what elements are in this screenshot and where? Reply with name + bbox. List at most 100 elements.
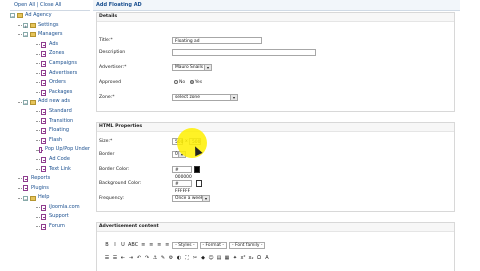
page-icon — [41, 137, 46, 144]
editor-button-icon[interactable]: ↶ — [136, 255, 142, 262]
editor-button-icon[interactable]: ≡ — [140, 242, 146, 249]
page-icon — [41, 79, 46, 86]
sidebar-item[interactable]: Ads — [10, 40, 90, 50]
tree-connector — [36, 44, 40, 46]
zone-value: select zone — [175, 95, 200, 100]
zone-select[interactable]: select zone ▾ — [172, 94, 238, 101]
tree-connector — [36, 111, 40, 113]
tree-connector — [18, 24, 22, 26]
expand-toggle-icon[interactable]: + — [23, 22, 28, 29]
title-input[interactable]: Floating ad — [172, 37, 262, 44]
frequency-value: Once a week — [175, 196, 204, 201]
background-color-label: Background Color: — [99, 181, 142, 186]
sidebar-item-label: Forum — [49, 223, 65, 230]
editor-button-icon[interactable]: ABC — [128, 242, 138, 249]
sidebar-item[interactable]: Packages — [10, 88, 90, 98]
approved-yes-radio[interactable] — [189, 79, 194, 84]
background-color-swatch[interactable] — [196, 180, 202, 187]
folder-icon — [30, 99, 36, 105]
editor-button-icon[interactable]: ▦ — [224, 255, 230, 262]
editor-button-icon[interactable]: ≡ — [164, 242, 170, 249]
sidebar-item[interactable]: Transition — [10, 117, 90, 127]
expand-toggle-icon[interactable]: − — [10, 13, 15, 19]
editor-button-icon[interactable]: ✎ — [160, 255, 166, 262]
sidebar-item[interactable]: Campaigns — [10, 59, 90, 69]
editor-button-icon[interactable]: ⇥ — [128, 255, 134, 262]
editor-button-icon[interactable]: Ω — [256, 255, 262, 262]
editor-button-icon[interactable]: B — [104, 242, 110, 249]
page-icon — [23, 175, 28, 182]
expand-toggle-icon[interactable]: − — [23, 32, 28, 38]
tree-connector — [36, 63, 40, 65]
border-color-input[interactable]: # 000000 — [172, 166, 192, 180]
editor-button-icon[interactable]: ≡ — [148, 242, 154, 249]
sidebar-item-label: Plugins — [31, 184, 49, 191]
sidebar-item[interactable]: Reports — [10, 174, 90, 184]
frequency-select[interactable]: Once a week ▾ — [172, 195, 210, 202]
page-icon — [41, 156, 46, 163]
sidebar-item[interactable]: Pop Up/Pop Under — [10, 145, 90, 155]
description-input[interactable] — [172, 49, 316, 56]
editor-button-icon[interactable]: ↷ — [144, 255, 150, 262]
sidebar-item-label: Add new ads — [38, 98, 71, 105]
sidebar-item[interactable]: − Managers — [10, 30, 90, 40]
sidebar-item[interactable]: Advertisers — [10, 69, 90, 79]
format-dropdown[interactable]: - Format - — [199, 242, 227, 249]
sidebar-item[interactable]: Floating — [10, 126, 90, 136]
editor-button-icon[interactable]: x² — [240, 255, 246, 262]
editor-button-icon[interactable]: ≡ — [156, 242, 162, 249]
chevron-down-icon: ▾ — [204, 65, 211, 70]
editor-button-icon[interactable]: ⚓ — [152, 255, 158, 262]
editor-button-icon[interactable]: ☰ — [112, 255, 118, 262]
editor-button-icon[interactable]: ✂ — [192, 255, 198, 262]
sidebar-item[interactable]: Text Link — [10, 165, 90, 175]
editor-button-icon[interactable]: x₂ — [248, 255, 254, 262]
border-color-swatch[interactable] — [194, 166, 200, 173]
tree-connector — [36, 207, 40, 209]
editor-button-icon[interactable]: A — [264, 255, 270, 262]
tree-connector — [36, 82, 40, 84]
editor-button-icon[interactable]: U — [120, 242, 126, 249]
size-label: Size:* — [99, 139, 113, 144]
advertiser-label: Advertiser:* — [99, 65, 127, 70]
approved-no-radio[interactable] — [174, 79, 178, 84]
approved-label: Approved — [99, 80, 122, 85]
sidebar-item[interactable]: + Settings — [10, 21, 90, 31]
editor-button-icon[interactable]: I — [112, 242, 118, 249]
sidebar-item[interactable]: Zones — [10, 49, 90, 59]
editor-button-icon[interactable]: ⇤ — [120, 255, 126, 262]
sidebar-item[interactable]: − Add new ads — [10, 97, 90, 107]
sidebar-item[interactable]: Orders — [10, 78, 90, 88]
editor-button-icon[interactable]: ◐ — [176, 255, 182, 262]
expand-toggle-icon[interactable]: − — [23, 195, 28, 202]
sidebar-item[interactable]: − Ad Agency — [10, 11, 90, 21]
font-family-dropdown[interactable]: - Font family - — [228, 242, 266, 249]
editor-button-icon[interactable]: ⚙ — [168, 255, 174, 262]
open-close-all-links[interactable]: Open All | Close All — [10, 0, 90, 11]
details-title: Details — [97, 13, 454, 22]
editor-button-icon[interactable]: ☺ — [208, 255, 214, 262]
expand-toggle-icon[interactable]: − — [23, 99, 28, 106]
sidebar-item[interactable]: Forum — [10, 222, 90, 232]
sidebar-item[interactable]: Support — [10, 212, 90, 222]
styles-dropdown[interactable]: - Styles - — [172, 242, 198, 249]
editor-button-icon[interactable]: ⛶ — [184, 255, 190, 262]
editor-button-icon[interactable]: ◆ — [200, 255, 206, 262]
sidebar-item[interactable]: Standard — [10, 107, 90, 117]
editor-button-icon[interactable]: ☰ — [104, 255, 110, 262]
sidebar-item[interactable]: Plugins — [10, 184, 90, 194]
sidebar-item-label: Flash — [49, 136, 63, 143]
sidebar-item[interactable]: Flash — [10, 136, 90, 146]
sidebar-item[interactable]: Ad Code — [10, 155, 90, 165]
sidebar-item[interactable]: iJoomla.com — [10, 203, 90, 213]
approved-radio-group: No Yes — [174, 79, 202, 86]
editor-button-icon[interactable]: ✦ — [232, 255, 238, 262]
editor-button-icon[interactable]: ▤ — [216, 255, 222, 262]
background-color-input[interactable]: # FFFFFF — [172, 180, 192, 194]
folder-icon — [30, 32, 36, 38]
page-icon — [41, 108, 46, 115]
advertiser-select[interactable]: Mauro Snails ▾ — [172, 64, 212, 71]
sidebar-item-label: Text Link — [49, 165, 71, 172]
tree-connector — [36, 120, 40, 122]
sidebar-item[interactable]: − Help — [10, 193, 90, 203]
